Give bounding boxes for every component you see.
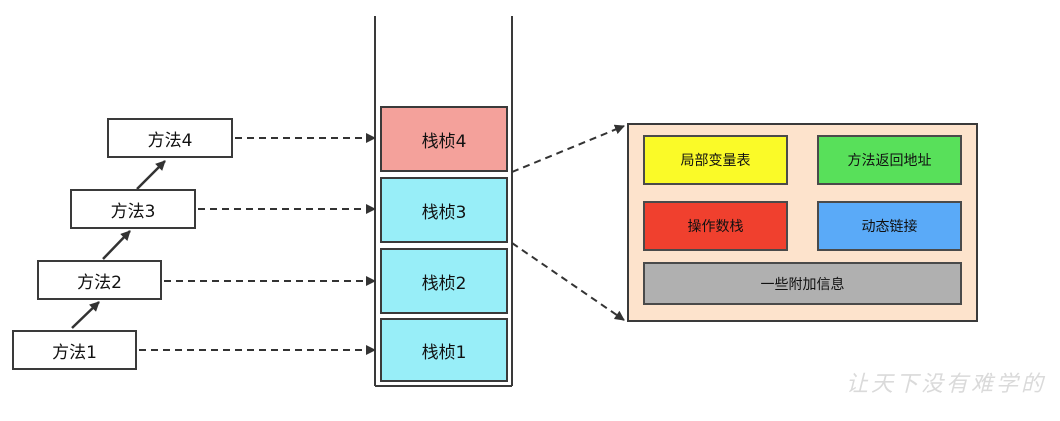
watermark-text: 让天下没有难学的 [845, 372, 1046, 397]
dashed-expand-bottom [511, 242, 625, 321]
stack-frame-1: 栈桢1 [380, 318, 508, 382]
operand-stack: 操作数栈 [643, 201, 788, 251]
stack-frame-2: 栈桢2 [380, 248, 508, 314]
return-address: 方法返回地址 [817, 135, 962, 185]
arrow-method3-to-method4 [136, 160, 166, 190]
arrow-method2-to-method3 [102, 230, 131, 260]
stack-frame-4: 栈桢4 [380, 106, 508, 172]
method-2-box: 方法2 [37, 260, 162, 300]
method-3-box: 方法3 [70, 189, 196, 229]
stack-frame-3: 栈桢3 [380, 177, 508, 243]
method-1-box: 方法1 [12, 330, 137, 370]
method-4-box: 方法4 [107, 118, 233, 158]
dynamic-linking: 动态链接 [817, 201, 962, 251]
arrow-method1-to-method2 [71, 301, 100, 329]
dashed-expand-top [511, 124, 625, 173]
local-variable-table: 局部变量表 [643, 135, 788, 185]
additional-info: 一些附加信息 [643, 262, 962, 305]
